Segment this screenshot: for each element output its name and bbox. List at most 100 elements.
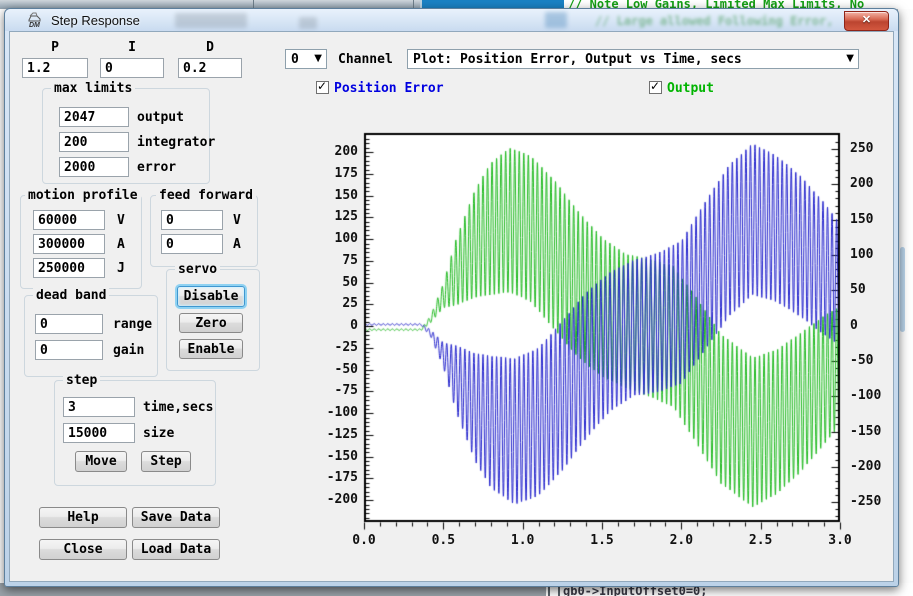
screen: // Note Low Gains, Limited Max Limits, N… (0, 0, 913, 596)
right-axis-tick-label: -150 (850, 424, 894, 439)
step-title: step (63, 373, 100, 388)
i-input[interactable] (100, 58, 164, 78)
right-axis-tick-label: 100 (850, 247, 894, 262)
max-limits-title: max limits (51, 81, 135, 96)
scrollbar-thumb[interactable] (900, 247, 905, 332)
dialog-client-area: P I D max limits output integrator error… (9, 31, 894, 582)
servo-title: servo (175, 262, 220, 277)
motion-profile-title: motion profile (25, 188, 141, 203)
step-button[interactable]: Step (141, 451, 191, 472)
step-group: step time,secs size Move Step (54, 380, 216, 486)
close-icon: ✕ (862, 14, 871, 26)
servo-enable-button[interactable]: Enable (179, 339, 243, 359)
servo-zero-button[interactable]: Zero (179, 313, 243, 333)
left-axis-tick-label: -125 (308, 427, 358, 442)
left-axis-tick-label: -50 (308, 362, 358, 377)
velocity-label: V (117, 213, 125, 228)
ff-accel-input[interactable] (161, 234, 223, 254)
right-axis-tick-label: -100 (850, 388, 894, 403)
right-axis-tick-label: 150 (850, 212, 894, 227)
close-button[interactable]: Close (39, 539, 127, 560)
left-axis-tick-label: 0 (308, 318, 358, 333)
plot-mode-select[interactable]: Plot: Position Error, Output vs Time, se… (407, 49, 859, 69)
app-icon: DM (27, 12, 43, 28)
window-title: Step Response (51, 13, 140, 28)
right-axis-tick-label: 50 (850, 282, 894, 297)
dead-band-group: dead band range gain (24, 295, 158, 377)
close-window-button[interactable]: ✕ (844, 11, 889, 31)
left-axis-tick-label: 75 (308, 253, 358, 268)
accel-label: A (117, 237, 125, 252)
dead-band-range-label: range (113, 317, 152, 332)
feed-forward-group: feed forward V A (150, 195, 258, 267)
max-output-input[interactable] (59, 107, 129, 127)
i-label: I (100, 40, 164, 55)
move-button[interactable]: Move (75, 451, 127, 472)
left-axis-tick-label: -75 (308, 383, 358, 398)
max-error-input[interactable] (59, 157, 129, 177)
ff-velocity-input[interactable] (161, 210, 223, 230)
step-size-input[interactable] (63, 423, 135, 443)
x-axis-tick-label: 1.0 (499, 533, 547, 548)
dead-band-gain-label: gain (113, 343, 144, 358)
max-output-label: output (137, 110, 184, 125)
d-input[interactable] (178, 58, 242, 78)
x-axis-tick-label: 2.5 (737, 533, 785, 548)
step-time-input[interactable] (63, 397, 135, 417)
d-label: D (178, 40, 242, 55)
channel-label: Channel (338, 52, 393, 67)
channel-value: 0 (291, 52, 299, 67)
jerk-input[interactable] (33, 258, 105, 278)
accel-input[interactable] (33, 234, 105, 254)
right-axis-tick-label: -50 (850, 353, 894, 368)
dead-band-title: dead band (33, 288, 109, 303)
dead-band-range-input[interactable] (35, 314, 103, 334)
left-axis-tick-label: -150 (308, 449, 358, 464)
right-axis-tick-label: 250 (850, 141, 894, 156)
help-button[interactable]: Help (39, 507, 127, 528)
svg-text:DM: DM (29, 22, 40, 28)
left-axis-tick-label: -200 (308, 492, 358, 507)
save-data-button[interactable]: Save Data (132, 507, 220, 528)
background-code-line-blurred: // Large allowed Following Error, (595, 14, 845, 28)
plot-mode-value: Plot: Position Error, Output vs Time, se… (413, 52, 742, 67)
step-response-window: // Large allowed Following Error, DM Ste… (4, 8, 899, 587)
max-integrator-input[interactable] (59, 132, 129, 152)
position-error-checkbox[interactable]: ✓ (316, 81, 329, 94)
output-label: Output (667, 81, 714, 96)
left-axis-tick-label: -100 (308, 405, 358, 420)
p-label: P (22, 40, 88, 55)
servo-group: servo Disable Zero Enable (166, 269, 260, 371)
step-time-label: time,secs (143, 400, 213, 415)
channel-select[interactable]: 0 ▼ (285, 49, 327, 69)
chevron-down-icon: ▼ (846, 53, 854, 64)
right-axis-tick-label: 0 (850, 318, 894, 333)
step-response-plot (356, 127, 848, 534)
dead-band-gain-input[interactable] (35, 340, 103, 360)
x-axis-tick-label: 1.5 (578, 533, 626, 548)
servo-disable-button[interactable]: Disable (177, 286, 245, 307)
load-data-button[interactable]: Load Data (132, 539, 220, 560)
jerk-label: J (117, 261, 125, 276)
p-input[interactable] (22, 58, 88, 78)
x-axis-tick-label: 2.0 (657, 533, 705, 548)
feed-forward-title: feed forward (156, 188, 256, 203)
title-bar[interactable]: // Large allowed Following Error, DM Ste… (5, 9, 898, 31)
motion-profile-group: motion profile V A J (20, 195, 142, 289)
chevron-down-icon: ▼ (314, 53, 322, 64)
plot-area: 2001751501251007550250-25-50-75-100-125-… (356, 127, 848, 534)
aero-blur-artifact (175, 13, 247, 28)
output-checkbox[interactable]: ✓ (649, 81, 662, 94)
step-size-label: size (143, 426, 174, 441)
aero-blur-artifact (299, 17, 317, 29)
x-axis-tick-label: 0.0 (340, 533, 388, 548)
velocity-input[interactable] (33, 210, 105, 230)
check-icon: ✓ (317, 79, 327, 93)
left-axis-tick-label: 200 (308, 144, 358, 159)
left-axis-tick-label: 25 (308, 296, 358, 311)
check-icon: ✓ (650, 79, 660, 93)
ide-editor-right-strip (897, 9, 913, 583)
right-axis-tick-label: 200 (850, 176, 894, 191)
left-axis-tick-label: 125 (308, 209, 358, 224)
aero-blur-artifact (545, 12, 567, 28)
